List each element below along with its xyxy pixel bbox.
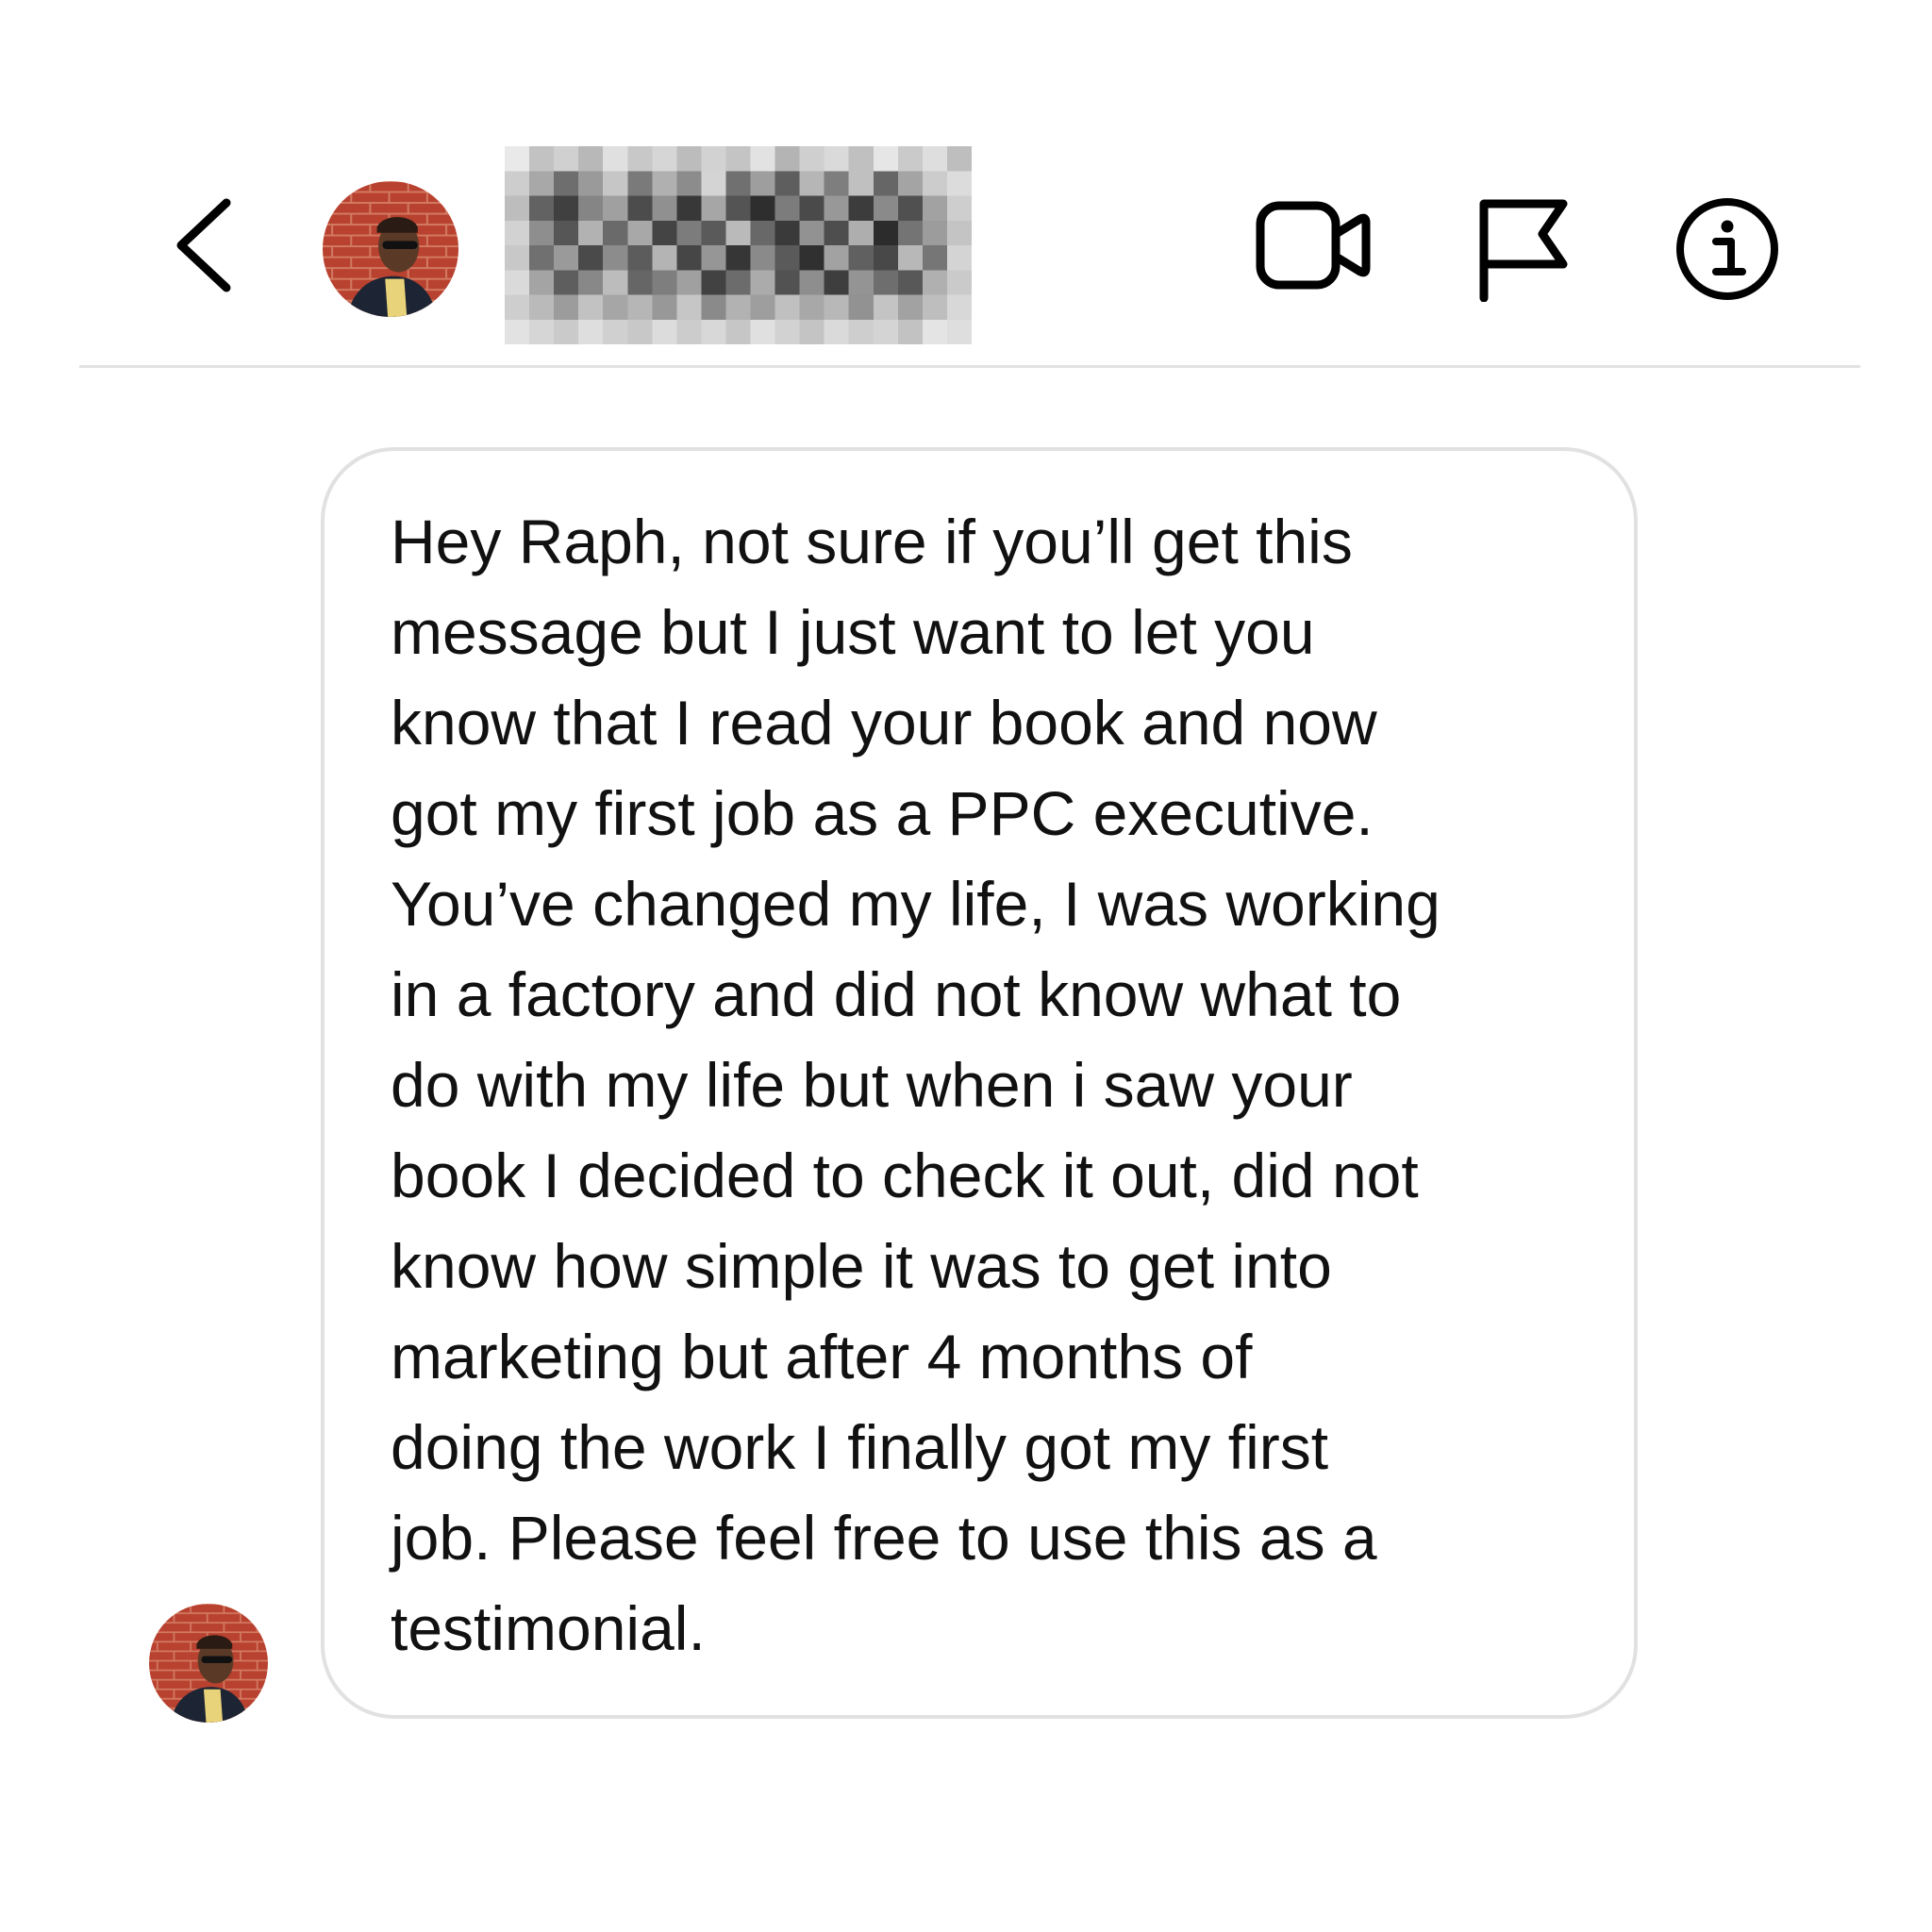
avatar-photo bbox=[149, 1604, 268, 1723]
info-button[interactable] bbox=[1674, 196, 1780, 302]
contact-avatar[interactable] bbox=[323, 181, 458, 317]
message-line: book I decided to check it out, did not bbox=[391, 1141, 1419, 1210]
message-line: got my first job as a PPC executive. bbox=[391, 778, 1374, 848]
message-line: know how simple it was to get into bbox=[391, 1231, 1332, 1301]
message-line: marketing but after 4 months of bbox=[391, 1322, 1253, 1391]
message-line: message but I just want to let you bbox=[391, 597, 1315, 667]
pixelated-username bbox=[505, 146, 972, 344]
sender-avatar[interactable] bbox=[149, 1604, 268, 1723]
avatar-photo bbox=[323, 181, 458, 317]
message-line: do with my life but when i saw your bbox=[391, 1050, 1353, 1120]
back-button[interactable] bbox=[160, 193, 245, 297]
message-line: doing the work I finally got my first bbox=[391, 1412, 1329, 1482]
message-line: testimonial. bbox=[391, 1593, 706, 1663]
flag-icon bbox=[1479, 199, 1568, 302]
video-camera-icon bbox=[1256, 201, 1371, 290]
message-line: in a factory and did not know what to bbox=[391, 959, 1402, 1029]
message-line: You’ve changed my life, I was working bbox=[391, 869, 1441, 939]
chevron-left-icon bbox=[176, 198, 231, 292]
message-line: know that I read your book and now bbox=[391, 688, 1377, 758]
header-divider bbox=[79, 365, 1860, 368]
report-button[interactable] bbox=[1476, 198, 1571, 302]
message-line: job. Please feel free to use this as a bbox=[391, 1503, 1377, 1573]
info-circle-icon bbox=[1676, 198, 1778, 300]
message-line: Hey Raph, not sure if you’ll get this bbox=[391, 507, 1353, 576]
contact-username-obscured[interactable] bbox=[505, 146, 972, 344]
chat-header bbox=[0, 0, 1932, 368]
video-call-button[interactable] bbox=[1255, 198, 1374, 292]
